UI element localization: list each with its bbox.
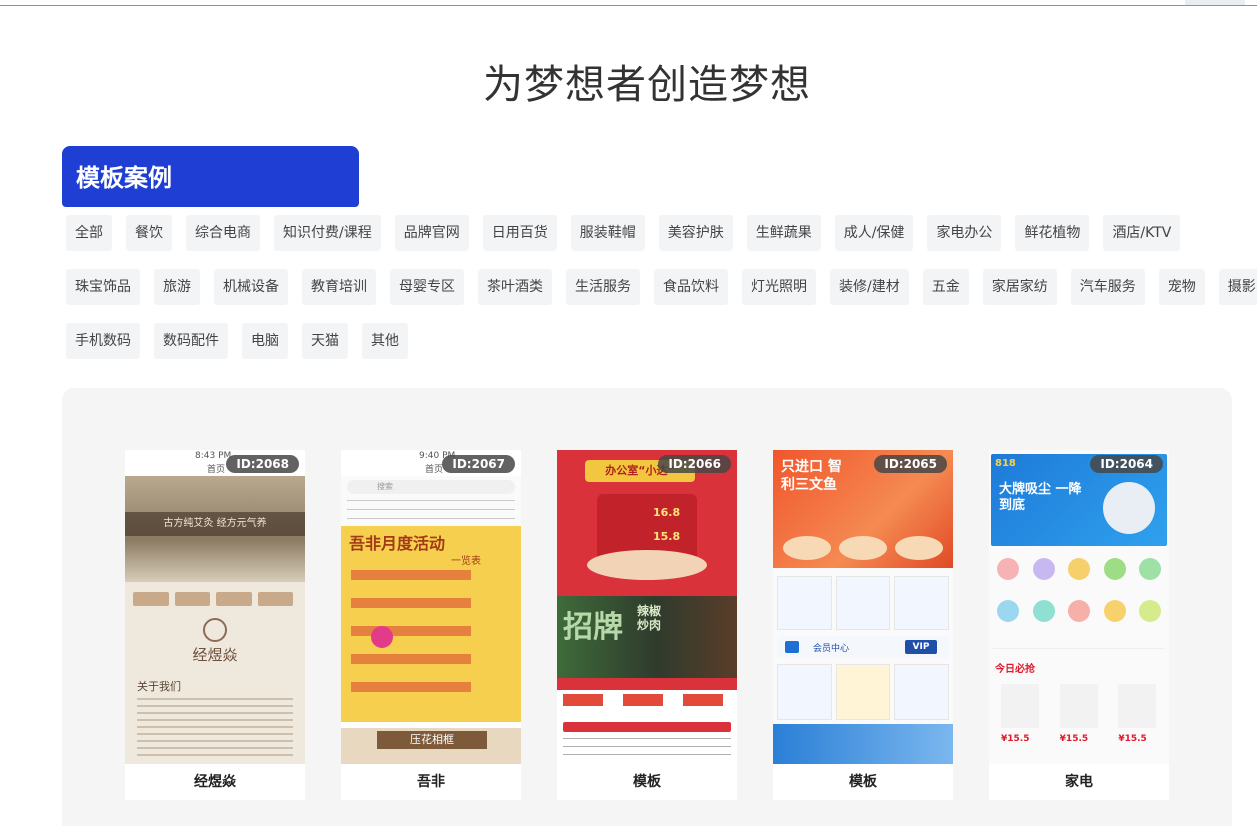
- feature-grid: [777, 664, 950, 720]
- category-chip[interactable]: 数码配件: [154, 323, 228, 359]
- template-thumbnail[interactable]: 818 大牌吸尘 一降到底 今日必抢 ¥15.5 ¥15.5 ¥15.5 ID:…: [989, 450, 1169, 764]
- tab-template-cases[interactable]: 模板案例: [62, 146, 359, 207]
- travel-banner: [773, 724, 953, 764]
- activity-poster: 吾非月度活动 一览表: [341, 526, 521, 722]
- template-gallery: 8:43 PM 首页 古方纯艾灸 经方元气养 经煜焱 关于我们 ID:2068 …: [62, 388, 1232, 826]
- category-chip[interactable]: 机械设备: [214, 269, 288, 305]
- category-chip[interactable]: 酒店/KTV: [1103, 215, 1181, 251]
- signature-dish-banner: 招牌 辣椒炒肉: [557, 596, 737, 678]
- page-title: 为梦想者创造梦想: [483, 62, 811, 108]
- category-row: 珠宝饰品 旅游 机械设备 教育培训 母婴专区 茶叶酒类 生活服务 食品饮料 灯光…: [66, 269, 1257, 305]
- category-chip[interactable]: 天猫: [302, 323, 348, 359]
- about-heading: 关于我们: [137, 680, 181, 693]
- template-thumbnail[interactable]: 办公室“小达” 16.8 15.8 招牌 辣椒炒肉 ID:2066: [557, 450, 737, 764]
- poster-items: [351, 570, 471, 710]
- category-row: 手机数码 数码配件 电脑 天猫 其他: [66, 323, 1236, 359]
- signature-title: 招牌: [563, 610, 623, 645]
- category-chip[interactable]: 宠物: [1158, 269, 1205, 305]
- category-filter: 全部 餐饮 综合电商 知识付费/课程 品牌官网 日用百货 服装鞋帽 美容护肤 生…: [66, 215, 1257, 377]
- category-chip[interactable]: 餐饮: [126, 215, 172, 251]
- store-info-lines: [347, 500, 515, 522]
- category-chip[interactable]: 家居家纺: [982, 269, 1057, 305]
- icon-row: [133, 592, 293, 606]
- today-deals-heading: 今日必抢: [995, 664, 1035, 675]
- content-area: 经煜焱 关于我们: [125, 582, 305, 764]
- template-card[interactable]: 818 大牌吸尘 一降到底 今日必抢 ¥15.5 ¥15.5 ¥15.5 ID:…: [989, 450, 1169, 800]
- template-card[interactable]: 8:43 PM 首页 古方纯艾灸 经方元气养 经煜焱 关于我们 ID:2068 …: [125, 450, 305, 800]
- template-name: 家电: [1065, 774, 1093, 790]
- vacuum-image: [1103, 482, 1155, 534]
- category-chip[interactable]: 食品饮料: [654, 269, 728, 305]
- category-chip[interactable]: 日用百货: [482, 215, 557, 251]
- template-thumbnail[interactable]: 8:43 PM 首页 古方纯艾灸 经方元气养 经煜焱 关于我们 ID:2068: [125, 450, 305, 764]
- category-chip[interactable]: 其他: [362, 323, 408, 359]
- template-name: 模板: [633, 774, 661, 790]
- template-name: 经煜焱: [194, 774, 236, 790]
- category-row: 全部 餐饮 综合电商 知识付费/课程 品牌官网 日用百货 服装鞋帽 美容护肤 生…: [66, 215, 1236, 251]
- banner-headline: 大牌吸尘 一降到底: [999, 482, 1082, 513]
- category-chip[interactable]: 成人/保健: [834, 215, 914, 251]
- dish-row: [783, 536, 943, 560]
- category-chip[interactable]: 知识付费/课程: [274, 215, 381, 251]
- brand-logo-icon: [203, 618, 227, 642]
- category-chip[interactable]: 汽车服务: [1070, 269, 1145, 305]
- top-right-tab[interactable]: [1185, 0, 1245, 5]
- category-icons: [989, 554, 1169, 642]
- member-center-bar[interactable]: 会员中心 VIP: [777, 636, 949, 658]
- id-badge: ID:2066: [658, 455, 731, 473]
- template-card[interactable]: 只进口 智利三文鱼 会员中心 VIP ID:2065 模板: [773, 450, 953, 800]
- product-row: ¥15.5 ¥15.5 ¥15.5: [995, 684, 1163, 758]
- category-chip[interactable]: 家电办公: [927, 215, 1002, 251]
- category-chip[interactable]: 生活服务: [566, 269, 640, 305]
- poster-subtitle: 一览表: [451, 556, 481, 567]
- about-text-lines: [137, 698, 293, 758]
- category-chip[interactable]: 生鲜蔬果: [746, 215, 821, 251]
- category-chip[interactable]: 综合电商: [186, 215, 260, 251]
- category-chip[interactable]: 五金: [922, 269, 969, 305]
- template-card[interactable]: 办公室“小达” 16.8 15.8 招牌 辣椒炒肉 ID:2066 模板: [557, 450, 737, 800]
- hero-banner-text: 古方纯艾灸 经方元气养: [125, 512, 305, 536]
- category-chip[interactable]: 珠宝饰品: [66, 269, 140, 305]
- template-thumbnail[interactable]: 只进口 智利三文鱼 会员中心 VIP ID:2065: [773, 450, 953, 764]
- search-bar[interactable]: 搜索: [347, 480, 515, 494]
- category-chip[interactable]: 鲜花植物: [1015, 215, 1090, 251]
- template-name: 吾非: [417, 774, 445, 790]
- top-divider: [0, 5, 1257, 6]
- footer-poster: 压花相框: [341, 728, 521, 764]
- category-chip[interactable]: 美容护肤: [658, 215, 733, 251]
- id-badge: ID:2067: [442, 455, 515, 473]
- menu-section: [557, 678, 737, 764]
- brand-name: 经煜焱: [192, 646, 238, 664]
- category-chip[interactable]: 手机数码: [66, 323, 140, 359]
- category-chip[interactable]: 教育培训: [302, 269, 376, 305]
- category-chip[interactable]: 旅游: [154, 269, 200, 305]
- category-chip[interactable]: 全部: [66, 215, 112, 251]
- category-chip[interactable]: 茶叶酒类: [478, 269, 552, 305]
- template-name: 模板: [849, 774, 877, 790]
- category-chip[interactable]: 母婴专区: [390, 269, 464, 305]
- id-badge: ID:2068: [226, 455, 299, 473]
- template-card[interactable]: 9:40 PM 首页 搜索 吾非月度活动 一览表 压花相框 ID:2067 吾非: [341, 450, 521, 800]
- category-chip[interactable]: 服装鞋帽: [570, 215, 645, 251]
- category-chip[interactable]: 电脑: [242, 323, 288, 359]
- template-thumbnail[interactable]: 9:40 PM 首页 搜索 吾非月度活动 一览表 压花相框 ID:2067: [341, 450, 521, 764]
- category-chip[interactable]: 装修/建材: [830, 269, 909, 305]
- category-chip[interactable]: 摄影: [1218, 269, 1257, 305]
- dish-name: 辣椒炒肉: [637, 604, 662, 632]
- feature-grid: [777, 576, 950, 630]
- dish-image: [587, 550, 707, 580]
- id-badge: ID:2065: [874, 455, 947, 473]
- member-icon: [785, 641, 799, 653]
- id-badge: ID:2064: [1090, 455, 1163, 473]
- category-chip[interactable]: 品牌官网: [394, 215, 469, 251]
- poster-headline: 吾非月度活动: [349, 534, 446, 553]
- category-chip[interactable]: 灯光照明: [742, 269, 816, 305]
- footer-title: 压花相框: [377, 731, 487, 749]
- banner-headline: 只进口 智利三文鱼: [781, 459, 842, 493]
- smile-icon: [371, 626, 393, 648]
